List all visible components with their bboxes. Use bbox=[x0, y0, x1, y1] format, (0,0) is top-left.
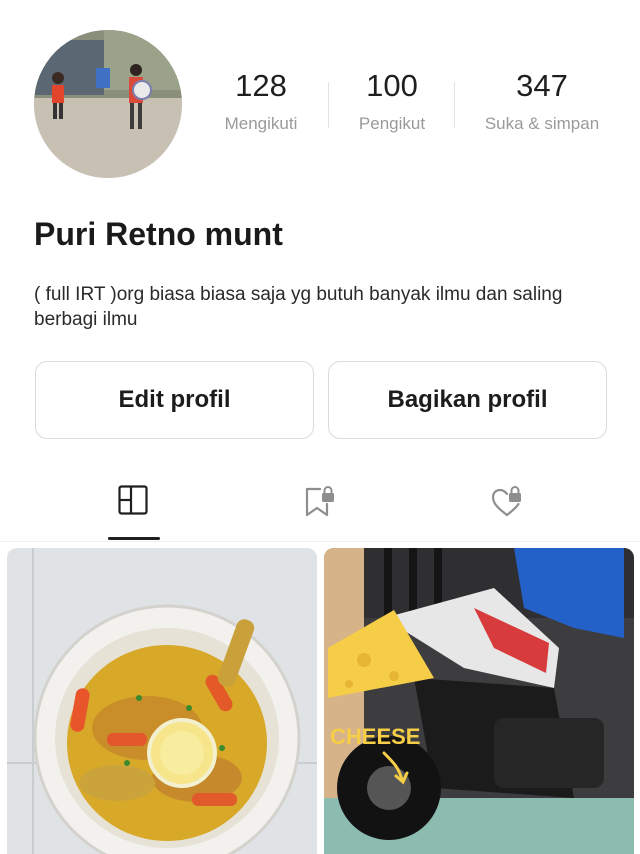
profile-name: Puri Retno munt bbox=[34, 216, 283, 252]
profile-tabs bbox=[0, 470, 640, 542]
stat-likes-saves[interactable]: 347 Suka & simpan bbox=[476, 68, 608, 134]
post-tile-motorbike[interactable]: CHEESE bbox=[324, 548, 634, 854]
soup-bowl-photo bbox=[7, 548, 317, 854]
followers-label: Pengikut bbox=[358, 114, 426, 133]
likes-saves-count: 347 bbox=[516, 68, 568, 103]
tab-liked[interactable] bbox=[462, 470, 552, 542]
active-tab-indicator bbox=[108, 537, 160, 540]
motorbike-photo: CHEESE bbox=[324, 548, 634, 854]
stat-followers[interactable]: 100 Pengikut bbox=[327, 68, 457, 134]
likes-saves-label: Suka & simpan bbox=[484, 114, 600, 133]
profile-bio: ( full IRT )org biasa biasa saja yg butu… bbox=[34, 284, 563, 330]
following-label: Mengikuti bbox=[224, 114, 298, 133]
locked-heart-icon bbox=[491, 486, 521, 517]
tab-saved[interactable] bbox=[275, 470, 365, 542]
stat-divider bbox=[454, 82, 455, 128]
tabs-divider bbox=[0, 541, 640, 542]
edit-profile-button[interactable]: Edit profil bbox=[35, 361, 314, 439]
tab-posts[interactable] bbox=[88, 470, 178, 542]
grid-icon bbox=[118, 485, 148, 515]
following-count: 128 bbox=[235, 68, 287, 103]
avatar-photo bbox=[34, 30, 182, 178]
cheese-overlay-text: CHEESE bbox=[330, 724, 420, 749]
followers-count: 100 bbox=[366, 68, 418, 103]
profile-stats: 128 Mengikuti 100 Pengikut 347 Suka & si… bbox=[200, 68, 620, 148]
post-tile-soup[interactable] bbox=[7, 548, 317, 854]
locked-bookmark-icon bbox=[305, 486, 334, 517]
share-profile-button[interactable]: Bagikan profil bbox=[328, 361, 607, 439]
profile-avatar[interactable] bbox=[34, 30, 182, 178]
stat-following[interactable]: 128 Mengikuti bbox=[196, 68, 326, 134]
